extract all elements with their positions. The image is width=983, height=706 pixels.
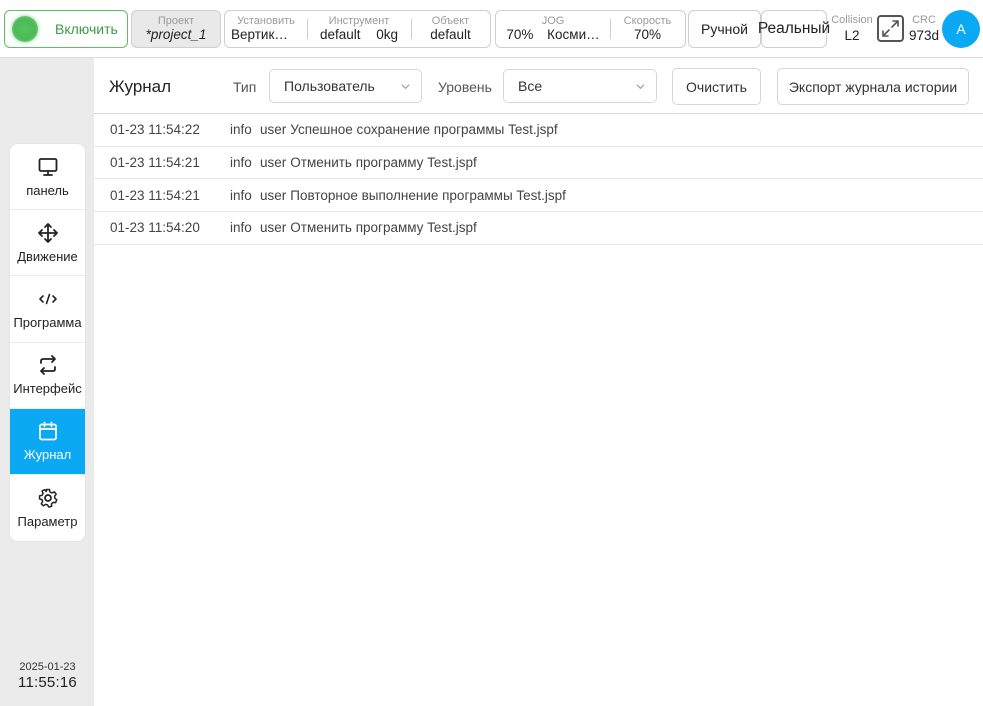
type-filter-label: Тип (233, 79, 257, 95)
sidebar-item-panel[interactable]: панель (10, 144, 85, 211)
move-icon (37, 222, 58, 243)
sidebar-item-program[interactable]: Программа (10, 276, 85, 343)
tool-value: default 0kg (307, 27, 411, 43)
project-name: *project_1 (145, 27, 207, 42)
type-filter-select[interactable]: Пользователь (269, 69, 422, 103)
object-caption: Объект (431, 15, 470, 27)
crc-caption: CRC (912, 14, 936, 26)
log-time: 01-23 11:54:21 (110, 155, 200, 171)
log-level: info (230, 220, 252, 236)
log-level: info (230, 122, 252, 138)
log-message: Отменить программу Test.jspf (290, 155, 477, 171)
log-list: 01-23 11:54:22 info user Успешное сохран… (94, 114, 983, 245)
log-level: info (230, 155, 252, 171)
log-user: user (260, 220, 287, 236)
project-caption: Проект (157, 15, 195, 27)
log-row: 01-23 11:54:22 info user Успешное сохран… (94, 114, 983, 147)
sidebar-item-motion[interactable]: Движение (10, 210, 85, 277)
jog-cell[interactable]: JOG 70% Косми… (496, 11, 610, 47)
power-status-indicator (12, 16, 38, 42)
sidebar-item-interface[interactable]: Интерфейс (10, 343, 85, 409)
jog-speed-panel[interactable]: JOG 70% Косми… Скорость 70% (495, 10, 686, 48)
sidebar-nav: панель Движение Программа Интерфейс Журн… (10, 144, 85, 542)
power-on-button[interactable]: Включить (4, 10, 128, 48)
setup-cell[interactable]: Установить Вертик… (225, 11, 307, 47)
manual-mode-button[interactable]: Ручной (688, 10, 761, 48)
calendar-icon (38, 421, 57, 441)
sidebar-item-label: Журнал (23, 447, 72, 463)
system-clock: 2025-01-23 11:55:16 (10, 661, 85, 691)
speed-value: 70% (633, 27, 662, 42)
log-row: 01-23 11:54:21 info user Отменить програ… (94, 147, 983, 180)
log-time: 01-23 11:54:22 (110, 122, 200, 138)
level-filter-select[interactable]: Все (503, 69, 657, 103)
journal-panel: Журнал Тип Пользователь Уровень Все Очис… (94, 58, 983, 706)
sidebar-item-label: Программа (13, 314, 82, 330)
jog-percent: 70% (506, 27, 534, 42)
code-icon (38, 293, 57, 305)
tool-name: default (319, 27, 361, 42)
monitor-icon (38, 157, 57, 176)
type-filter-value: Пользователь (284, 78, 375, 94)
object-cell[interactable]: Объект default (411, 11, 490, 47)
gear-icon (38, 488, 58, 508)
sidebar-item-label: Параметр (17, 514, 78, 530)
project-selector[interactable]: Проект *project_1 (131, 10, 221, 48)
log-user: user (260, 187, 287, 203)
export-log-button[interactable]: Экспорт журнала истории (777, 68, 969, 105)
log-time: 01-23 11:54:21 (110, 187, 200, 203)
jog-caption: JOG (541, 15, 565, 27)
chevron-down-icon (401, 84, 410, 90)
sidebar-item-label: панель (26, 182, 69, 198)
log-user: user (260, 122, 287, 138)
tool-cell[interactable]: Инструмент default 0kg (307, 11, 411, 47)
tool-weight: 0kg (376, 27, 399, 42)
collision-level[interactable]: Collision L2 (829, 14, 875, 44)
journal-toolbar: Журнал Тип Пользователь Уровень Все Очис… (94, 58, 983, 114)
log-level: info (230, 187, 252, 203)
log-message: Успешное сохранение программы Test.jspf (290, 122, 558, 138)
log-user: user (260, 155, 287, 171)
collision-caption: Collision (831, 14, 873, 26)
top-bar: Включить Проект *project_1 Установить Ве… (0, 0, 983, 58)
sidebar-item-journal[interactable]: Журнал (10, 408, 85, 475)
chevron-down-icon (636, 84, 645, 90)
clock-date: 2025-01-23 (19, 661, 76, 673)
setup-value: Вертик… (231, 27, 288, 42)
sidebar-item-label: Движение (17, 248, 78, 264)
level-filter-value: Все (518, 78, 543, 94)
log-row: 01-23 11:54:21 info user Повторное выпол… (94, 179, 983, 213)
crc-value: 973d (908, 28, 940, 43)
jog-frame: Косми… (547, 27, 600, 42)
real-env-button[interactable]: Реальный (758, 10, 830, 48)
sidebar-item-parameters[interactable]: Параметр (10, 475, 85, 541)
object-value: default (430, 27, 471, 42)
collision-value: L2 (844, 28, 860, 43)
clear-log-button[interactable]: Очистить (672, 68, 761, 105)
level-filter-label: Уровень (438, 79, 492, 95)
clock-time: 11:55:16 (18, 674, 77, 691)
log-row: 01-23 11:54:20 info user Отменить програ… (94, 212, 983, 245)
setup-caption: Установить (237, 15, 295, 27)
page-title: Журнал (109, 77, 172, 96)
log-time: 01-23 11:54:20 (110, 220, 200, 236)
speed-cell[interactable]: Скорость 70% (610, 11, 685, 47)
jog-value: 70% Косми… (496, 27, 610, 43)
fullscreen-icon[interactable] (877, 15, 904, 42)
speed-caption: Скорость (623, 15, 672, 27)
sidebar-item-label: Интерфейс (13, 381, 82, 397)
tool-caption: Инструмент (328, 15, 390, 27)
crc-status: CRC 973d (905, 14, 943, 44)
user-avatar[interactable]: A (942, 10, 980, 48)
log-message: Повторное выполнение программы Test.jspf (290, 187, 566, 203)
setup-tool-object-panel[interactable]: Установить Вертик… Инструмент default 0k… (224, 10, 491, 48)
log-message: Отменить программу Test.jspf (290, 220, 477, 236)
power-on-label: Включить (55, 21, 118, 37)
swap-icon (39, 355, 56, 376)
